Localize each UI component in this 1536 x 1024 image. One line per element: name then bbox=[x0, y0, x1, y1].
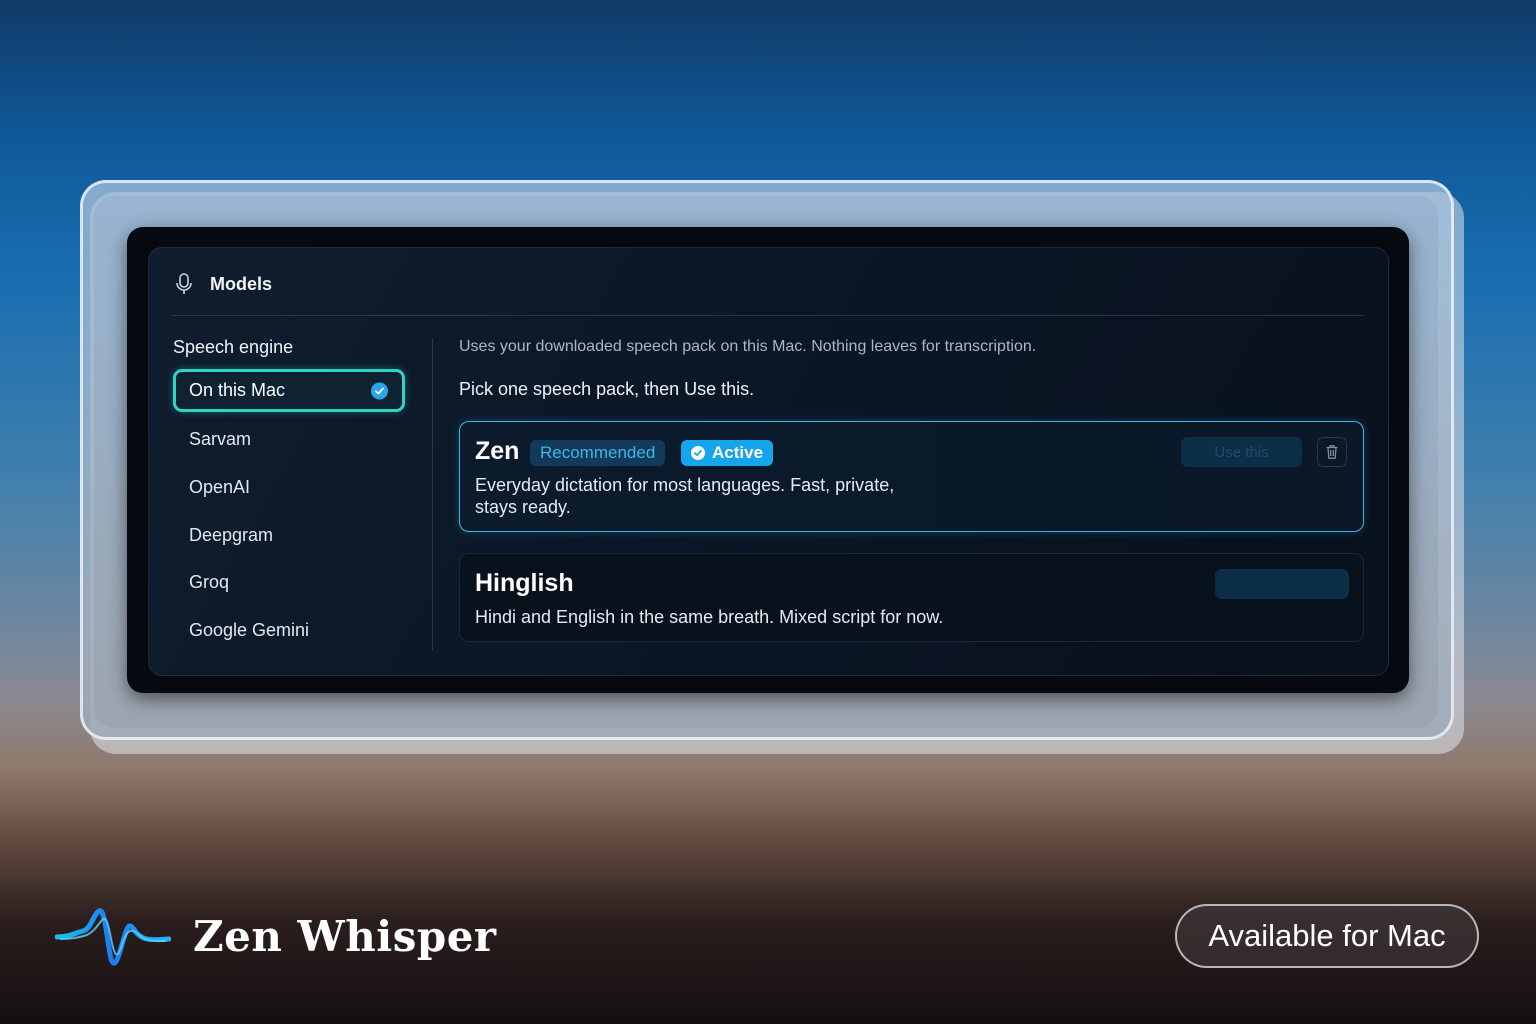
sidebar-divider bbox=[432, 338, 433, 650]
sidebar-item-label: OpenAI bbox=[189, 477, 251, 497]
sound-wave-logo-icon bbox=[55, 908, 171, 966]
sidebar-item-on-this-mac[interactable]: On this Mac bbox=[173, 369, 405, 412]
pack-description-line: Everyday dictation for most languages. F… bbox=[475, 475, 895, 495]
engine-description: Uses your downloaded speech pack on this… bbox=[459, 338, 1037, 355]
download-button[interactable] bbox=[1215, 569, 1349, 599]
sidebar-item-sarvam[interactable]: Sarvam bbox=[173, 418, 405, 461]
sidebar-item-label: On this Mac bbox=[189, 380, 286, 400]
sidebar-item-deepgram[interactable]: Deepgram bbox=[173, 514, 405, 557]
delete-button[interactable] bbox=[1317, 437, 1347, 467]
pack-title: Hinglish bbox=[475, 569, 574, 597]
pack-description: Hindi and English in the same breath. Mi… bbox=[475, 607, 944, 627]
page-title: Models bbox=[210, 273, 273, 294]
active-badge: Active bbox=[681, 440, 774, 466]
brand-lockup: Zen Whisper bbox=[55, 900, 497, 972]
check-circle-icon bbox=[691, 446, 705, 460]
pack-description-line: stays ready. bbox=[475, 497, 571, 517]
sidebar-heading: Speech engine bbox=[173, 337, 294, 357]
header-divider bbox=[173, 315, 1364, 316]
sidebar-item-label: Groq bbox=[189, 572, 230, 592]
panel-header: Models bbox=[173, 270, 272, 298]
use-this-label: Use this bbox=[1214, 443, 1269, 461]
sidebar-item-label: Deepgram bbox=[189, 525, 274, 545]
use-this-button[interactable]: Use this bbox=[1181, 437, 1302, 467]
sidebar-item-label: Google Gemini bbox=[189, 620, 310, 640]
sidebar-item-label: Sarvam bbox=[189, 429, 252, 449]
speech-pack-card-zen[interactable]: Zen Recommended Active Everyday dictatio… bbox=[459, 421, 1364, 532]
pack-instruction: Pick one speech pack, then Use this. bbox=[459, 379, 755, 399]
check-circle-icon bbox=[371, 382, 388, 399]
recommended-badge: Recommended bbox=[530, 440, 666, 466]
available-for-mac-button[interactable]: Available for Mac bbox=[1175, 904, 1479, 968]
pack-title: Zen bbox=[475, 437, 520, 465]
brand-name: Zen Whisper bbox=[193, 911, 497, 961]
microphone-icon bbox=[176, 273, 192, 294]
active-badge-label: Active bbox=[712, 443, 764, 462]
sidebar-item-google-gemini[interactable]: Google Gemini bbox=[173, 609, 405, 652]
sidebar-item-openai[interactable]: OpenAI bbox=[173, 466, 405, 509]
sidebar-item-groq[interactable]: Groq bbox=[173, 561, 405, 604]
pack-description: Everyday dictation for most languages. F… bbox=[475, 474, 894, 518]
speech-pack-card-hinglish[interactable]: Hinglish Hindi and English in the same b… bbox=[459, 553, 1364, 642]
trash-icon bbox=[1326, 445, 1338, 459]
